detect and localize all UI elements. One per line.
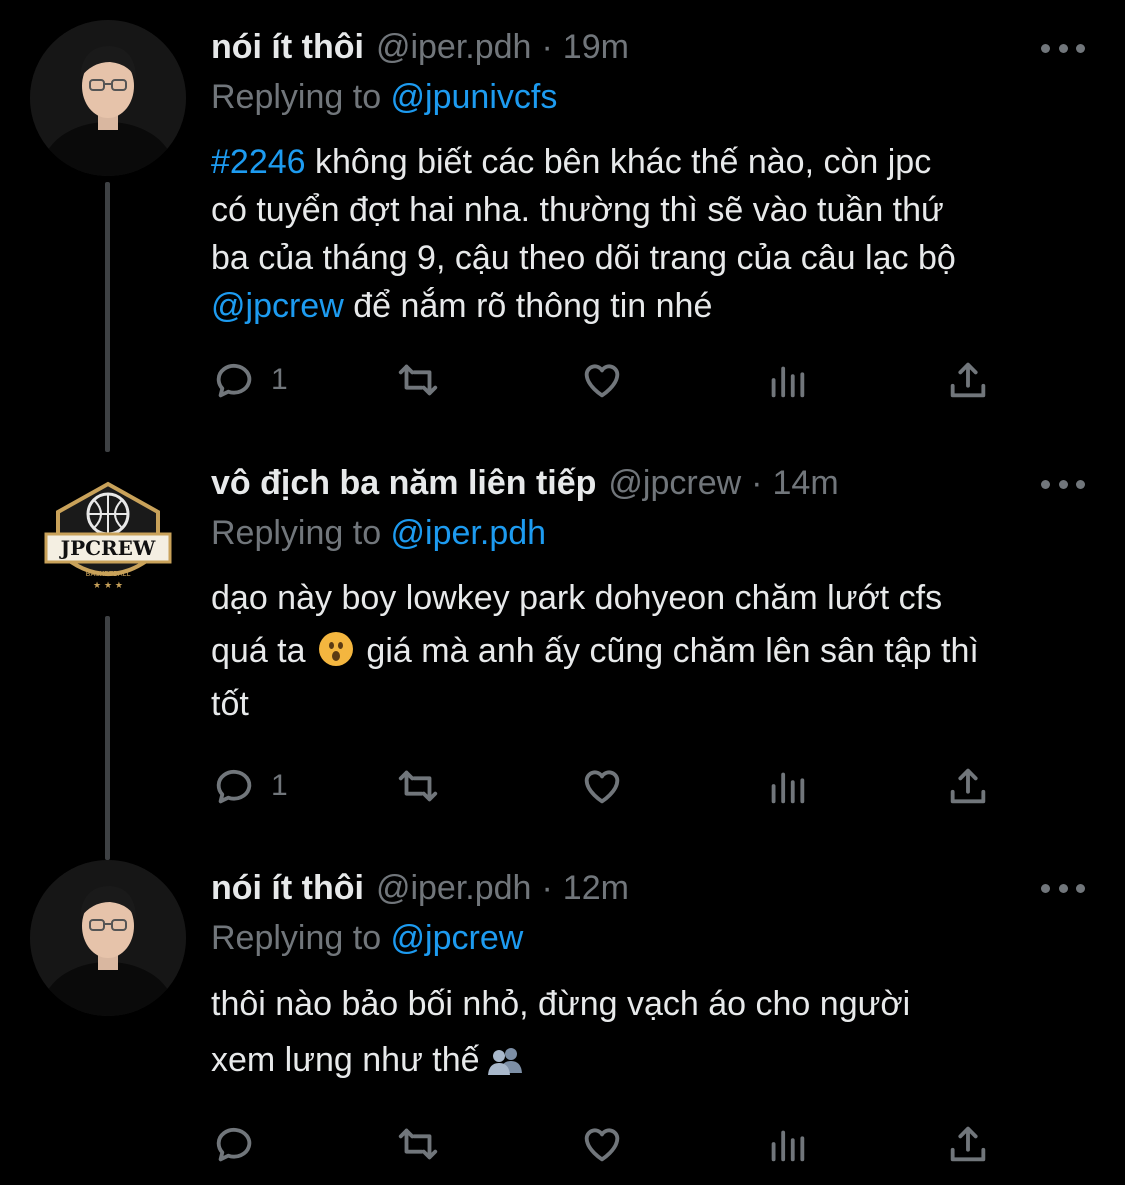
tweet-header: nói ít thôi @iper.pdh · 12m bbox=[211, 863, 1005, 913]
replying-prefix: Replying to bbox=[211, 919, 391, 957]
text-line: xem lưng như thế bbox=[211, 1032, 1091, 1088]
retweet-button[interactable] bbox=[395, 758, 441, 814]
more-icon[interactable] bbox=[1041, 878, 1085, 898]
busts-emoji-icon bbox=[487, 1048, 522, 1075]
username[interactable]: @iper.pdh bbox=[376, 22, 532, 72]
share-icon bbox=[950, 768, 986, 804]
share-icon bbox=[950, 1126, 986, 1162]
reply-count: 1 bbox=[271, 769, 288, 802]
reply-button[interactable]: 1 bbox=[211, 758, 288, 814]
avatar[interactable] bbox=[30, 20, 186, 176]
surprised-face-emoji-icon bbox=[318, 632, 353, 666]
tweet-actions: 1 bbox=[211, 352, 1001, 408]
text-line: có tuyển đợt hai nha. thường thì sẽ vào … bbox=[211, 191, 944, 229]
svg-text:★ ★ ★: ★ ★ ★ bbox=[93, 581, 123, 591]
display-name[interactable]: nói ít thôi bbox=[211, 22, 364, 72]
like-button[interactable] bbox=[579, 1116, 625, 1172]
analytics-icon bbox=[771, 1130, 805, 1162]
text-line: quá ta giá mà anh ấy cũng chăm lên sân t… bbox=[211, 625, 1091, 678]
username[interactable]: @iper.pdh bbox=[376, 863, 532, 913]
reply-mention-link[interactable]: @jpcrew bbox=[391, 919, 524, 957]
replying-to: Replying to @jpunivcfs bbox=[211, 72, 557, 122]
avatar-photo-icon bbox=[30, 20, 186, 176]
share-button[interactable] bbox=[945, 758, 991, 814]
thread-line bbox=[105, 616, 110, 860]
tweet[interactable]: nói ít thôi @iper.pdh · 19m Replying to … bbox=[0, 0, 1125, 452]
like-button[interactable] bbox=[579, 758, 625, 814]
reply-button[interactable] bbox=[211, 1116, 271, 1172]
analytics-button[interactable] bbox=[764, 352, 810, 408]
thread-line bbox=[105, 182, 110, 452]
text-segment: xem lưng như thế bbox=[211, 1041, 480, 1079]
reply-icon bbox=[216, 769, 252, 804]
retweet-icon bbox=[398, 770, 438, 802]
reply-icon bbox=[216, 1127, 252, 1162]
text-segment: giá mà anh ấy cũng chăm lên sân tập thì bbox=[356, 632, 979, 670]
tweet-header: nói ít thôi @iper.pdh · 19m bbox=[211, 22, 1005, 72]
separator: · bbox=[751, 464, 763, 502]
like-button[interactable] bbox=[579, 352, 625, 408]
tweet-actions: 1 bbox=[211, 758, 1001, 814]
text-segment: không biết các bên khác thế nào, còn jpc bbox=[305, 143, 932, 181]
heart-icon bbox=[584, 364, 620, 398]
timestamp[interactable]: 12m bbox=[563, 863, 629, 913]
replying-to: Replying to @iper.pdh bbox=[211, 508, 546, 558]
analytics-button[interactable] bbox=[764, 758, 810, 814]
mention-link[interactable]: @jpcrew bbox=[211, 287, 344, 325]
avatar[interactable] bbox=[30, 860, 186, 1016]
tweet[interactable]: nói ít thôi @iper.pdh · 12m Replying to … bbox=[0, 860, 1125, 1185]
replying-prefix: Replying to bbox=[211, 78, 391, 116]
tweet-actions bbox=[211, 1116, 1001, 1172]
username[interactable]: @jpcrew bbox=[608, 458, 741, 508]
reply-button[interactable]: 1 bbox=[211, 352, 288, 408]
tweet-text: thôi nào bảo bối nhỏ, đừng vạch áo cho n… bbox=[211, 976, 1091, 1088]
reply-mention-link[interactable]: @iper.pdh bbox=[391, 514, 547, 552]
reply-mention-link[interactable]: @jpunivcfs bbox=[391, 78, 558, 116]
logo-subtext: BASKETBALL bbox=[86, 570, 131, 578]
retweet-icon bbox=[398, 1128, 438, 1160]
tweet-text: #2246 không biết các bên khác thế nào, c… bbox=[211, 138, 1091, 330]
share-icon bbox=[950, 362, 986, 398]
avatar[interactable]: JPCREW BASKETBALL ★ ★ ★ bbox=[30, 456, 186, 612]
timestamp[interactable]: 19m bbox=[563, 22, 629, 72]
tweet-header: vô địch ba năm liên tiếp @jpcrew · 14m bbox=[211, 458, 1005, 508]
avatar-photo-icon bbox=[30, 860, 186, 1016]
logo-text: JPCREW bbox=[59, 536, 156, 560]
text-line: ba của tháng 9, cậu theo dõi trang của c… bbox=[211, 239, 956, 277]
separator: · bbox=[541, 28, 553, 66]
reply-count: 1 bbox=[271, 363, 288, 396]
reply-icon bbox=[216, 363, 252, 398]
replying-prefix: Replying to bbox=[211, 514, 391, 552]
display-name[interactable]: nói ít thôi bbox=[211, 863, 364, 913]
hashtag-link[interactable]: #2246 bbox=[211, 143, 306, 181]
more-icon[interactable] bbox=[1041, 38, 1085, 58]
share-button[interactable] bbox=[945, 1116, 991, 1172]
retweet-button[interactable] bbox=[395, 352, 441, 408]
share-button[interactable] bbox=[945, 352, 991, 408]
separator: · bbox=[541, 869, 553, 907]
tweet[interactable]: JPCREW BASKETBALL ★ ★ ★ vô địch ba năm l… bbox=[0, 440, 1125, 860]
retweet-icon bbox=[398, 364, 438, 396]
text-segment: để nắm rõ thông tin nhé bbox=[343, 287, 713, 325]
replying-to: Replying to @jpcrew bbox=[211, 913, 523, 963]
heart-icon bbox=[584, 770, 620, 804]
analytics-icon bbox=[771, 772, 805, 804]
text-segment: quá ta bbox=[211, 632, 315, 670]
timestamp[interactable]: 14m bbox=[773, 458, 839, 508]
heart-icon bbox=[584, 1128, 620, 1162]
analytics-button[interactable] bbox=[764, 1116, 810, 1172]
more-icon[interactable] bbox=[1041, 474, 1085, 494]
text-line: thôi nào bảo bối nhỏ, đừng vạch áo cho n… bbox=[211, 985, 911, 1023]
text-line: tốt bbox=[211, 685, 249, 723]
jpcrew-logo-icon: JPCREW BASKETBALL ★ ★ ★ bbox=[30, 456, 186, 612]
text-line: @jpcrew để nắm rõ thông tin nhé bbox=[211, 282, 1091, 330]
analytics-icon bbox=[771, 366, 805, 398]
text-line: dạo này boy lowkey park dohyeon chăm lướ… bbox=[211, 579, 943, 617]
display-name[interactable]: vô địch ba năm liên tiếp bbox=[211, 458, 596, 508]
tweet-text: dạo này boy lowkey park dohyeon chăm lướ… bbox=[211, 572, 1091, 731]
text-line: #2246 không biết các bên khác thế nào, c… bbox=[211, 138, 1091, 186]
retweet-button[interactable] bbox=[395, 1116, 441, 1172]
